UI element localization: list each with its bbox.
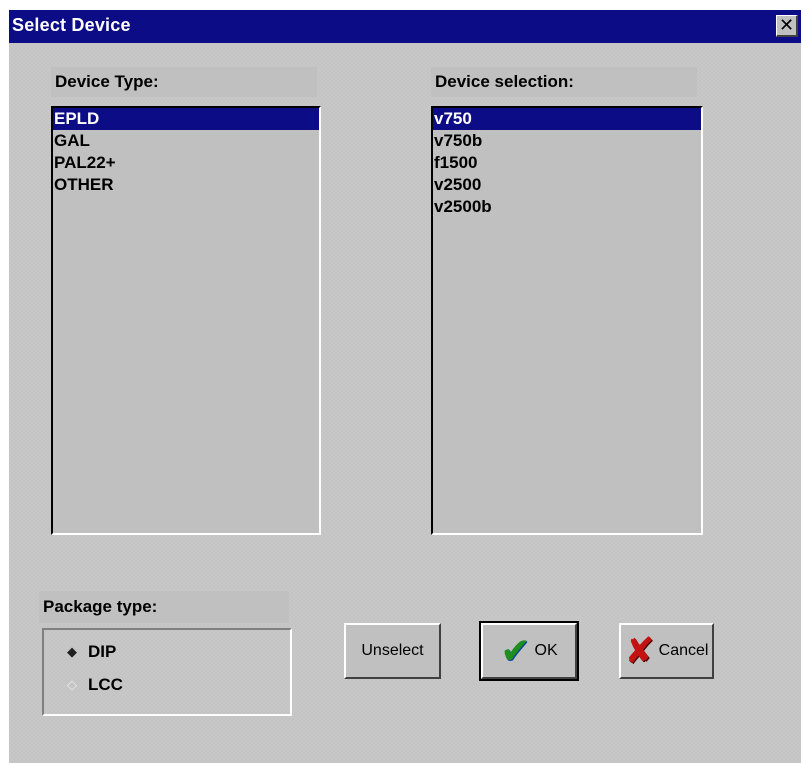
- radio-lcc-label: LCC: [88, 675, 123, 694]
- unselect-button[interactable]: Unselect: [344, 623, 441, 679]
- device-type-item-gal[interactable]: GAL: [53, 130, 319, 152]
- title-bar: Select Device ✕: [9, 10, 801, 43]
- device-selection-item-v750b[interactable]: v750b: [433, 130, 701, 152]
- device-type-item-other[interactable]: OTHER: [53, 174, 319, 196]
- device-selection-listbox[interactable]: v750 v750b f1500 v2500 v2500b: [431, 106, 703, 535]
- close-button[interactable]: ✕: [776, 15, 798, 37]
- package-type-group: ◆ DIP ◇ LCC: [42, 628, 292, 716]
- cancel-button[interactable]: ✘ Cancel: [619, 623, 714, 679]
- device-selection-label: Device selection:: [431, 67, 697, 97]
- device-type-label: Device Type:: [51, 67, 317, 97]
- radio-dip[interactable]: ◆ DIP: [64, 640, 116, 664]
- check-mark-icon: ✔: [500, 630, 531, 671]
- ok-button[interactable]: ✔ OK: [479, 621, 579, 681]
- device-selection-item-v2500b[interactable]: v2500b: [433, 196, 701, 218]
- unselect-button-label: Unselect: [361, 642, 424, 659]
- cancel-button-label: Cancel: [658, 642, 709, 659]
- device-type-listbox[interactable]: EPLD GAL PAL22+ OTHER: [51, 106, 321, 535]
- select-device-dialog: Select Device ✕ Device Type: EPLD GAL PA…: [9, 10, 801, 763]
- device-type-item-epld[interactable]: EPLD: [53, 108, 319, 130]
- red-x-icon: ✘: [624, 630, 655, 671]
- radio-lcc[interactable]: ◇ LCC: [64, 673, 123, 697]
- radio-unselected-icon: ◇: [67, 677, 77, 692]
- device-selection-item-f1500[interactable]: f1500: [433, 152, 701, 174]
- radio-selected-icon: ◆: [67, 644, 77, 659]
- device-selection-item-v2500[interactable]: v2500: [433, 174, 701, 196]
- close-icon: ✕: [778, 15, 795, 35]
- package-type-label: Package type:: [39, 591, 289, 623]
- window-title: Select Device: [12, 15, 131, 35]
- device-type-item-pal22[interactable]: PAL22+: [53, 152, 319, 174]
- ok-button-label: OK: [534, 642, 558, 659]
- device-selection-item-v750[interactable]: v750: [433, 108, 701, 130]
- radio-dip-label: DIP: [88, 642, 117, 661]
